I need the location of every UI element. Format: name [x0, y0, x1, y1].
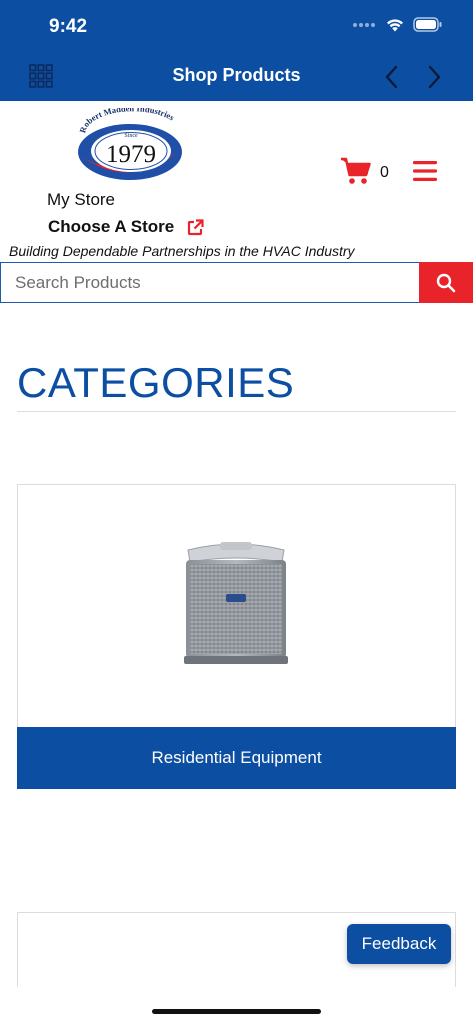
category-label[interactable]: Residential Equipment — [17, 727, 456, 789]
battery-icon — [413, 17, 442, 32]
chevron-left-icon — [385, 65, 398, 89]
svg-text:Since: Since — [124, 133, 138, 139]
cart-icon — [341, 157, 371, 184]
status-icons — [353, 17, 443, 32]
top-bar: 9:42 Shop Products — [0, 0, 473, 101]
hamburger-menu-icon — [413, 161, 437, 181]
feedback-button[interactable]: Feedback — [347, 924, 451, 964]
search-input[interactable] — [1, 263, 419, 302]
chevron-right-icon — [428, 65, 441, 89]
my-store-label: My Store — [47, 190, 116, 209]
categories-heading: CATEGORIES — [17, 359, 295, 406]
signal-dots-icon — [353, 22, 375, 27]
menu-button[interactable] — [412, 158, 438, 184]
choose-store-label: Choose A Store — [48, 217, 175, 236]
brand-logo[interactable]: Robert Madden Industries Since 1979 — [76, 103, 188, 182]
status-time: 9:42 — [49, 16, 88, 37]
back-button[interactable] — [381, 64, 405, 90]
cart-button[interactable] — [340, 156, 372, 186]
home-indicator — [152, 1009, 321, 1014]
divider — [17, 411, 456, 412]
air-conditioner-image — [182, 542, 290, 666]
cart-count: 0 — [380, 164, 389, 181]
choose-store-link[interactable]: Choose A Store — [48, 217, 204, 237]
search-field[interactable] — [0, 262, 420, 303]
category-card-residential-equipment[interactable]: Residential Equipment — [17, 484, 456, 789]
svg-text:1979: 1979 — [106, 141, 156, 168]
search-button[interactable] — [419, 262, 473, 303]
search-icon — [436, 273, 456, 292]
forward-button[interactable] — [422, 64, 446, 90]
external-link-icon — [188, 218, 204, 235]
tagline: Building Dependable Partnerships in the … — [9, 243, 355, 259]
wifi-icon — [387, 18, 403, 31]
